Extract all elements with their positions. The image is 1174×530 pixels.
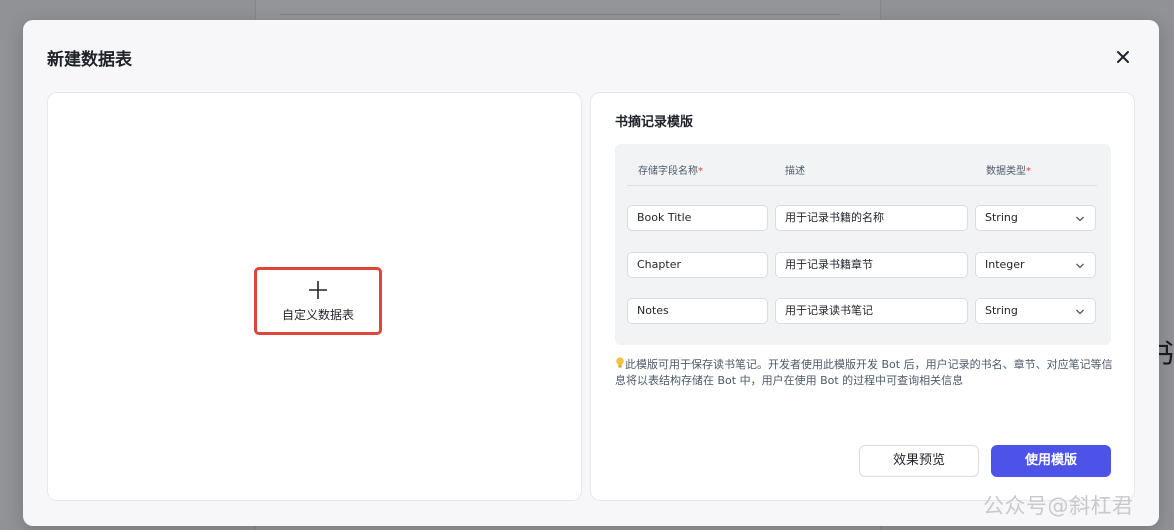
table-row: Notes 用于记录读书笔记 String [627, 298, 1097, 324]
template-panel: 书摘记录模版 存储字段名称* 描述 数据类型* Book Title 用于记录书… [590, 92, 1135, 501]
field-type-value: String [985, 211, 1018, 224]
field-name-input[interactable]: Notes [627, 298, 768, 324]
template-title: 书摘记录模版 [615, 115, 694, 130]
template-hint-text: 此模版可用于保存读书笔记。开发者使用此模版开发 Bot 后，用户记录的书名、章节… [615, 358, 1113, 387]
custom-table-panel: 自定义数据表 [47, 92, 582, 501]
dialog-title: 新建数据表 [47, 50, 132, 70]
field-type-select[interactable]: String [975, 298, 1096, 324]
background-bar [280, 0, 840, 15]
watermark: 公众号@斜杠君 [983, 494, 1134, 518]
plus-icon [309, 280, 327, 299]
close-icon [1117, 51, 1129, 63]
column-header-description: 描述 [785, 166, 805, 177]
field-type-select[interactable]: Integer [975, 252, 1096, 278]
new-table-dialog: 新建数据表 自定义数据表 书摘记录模版 存储字段名称* 描述 数据类型* Boo… [23, 20, 1159, 526]
preview-button[interactable]: 效果预览 [859, 445, 979, 477]
use-template-button[interactable]: 使用模版 [991, 445, 1111, 477]
field-type-value: Integer [985, 258, 1025, 271]
field-description-input[interactable]: 用于记录书籍的名称 [775, 205, 968, 231]
template-hint: 此模版可用于保存读书笔记。开发者使用此模版开发 Bot 后，用户记录的书名、章节… [615, 357, 1115, 389]
lightbulb-icon [616, 357, 624, 368]
table-row: Book Title 用于记录书籍的名称 String [627, 205, 1097, 231]
chevron-down-icon [1076, 309, 1084, 315]
close-button[interactable] [1109, 45, 1137, 69]
field-description-input[interactable]: 用于记录书籍章节 [775, 252, 968, 278]
column-header-name: 存储字段名称* [638, 166, 703, 177]
field-type-select[interactable]: String [975, 205, 1096, 231]
field-name-input[interactable]: Chapter [627, 252, 768, 278]
template-field-table: 存储字段名称* 描述 数据类型* Book Title 用于记录书籍的名称 St… [615, 144, 1111, 345]
custom-table-label: 自定义数据表 [281, 307, 354, 322]
field-description-input[interactable]: 用于记录读书笔记 [775, 298, 968, 324]
header-divider [627, 185, 1097, 186]
field-type-value: String [985, 304, 1018, 317]
chevron-down-icon [1076, 216, 1084, 222]
field-name-input[interactable]: Book Title [627, 205, 768, 231]
chevron-down-icon [1076, 263, 1084, 269]
custom-table-button[interactable]: 自定义数据表 [254, 267, 382, 335]
table-row: Chapter 用于记录书籍章节 Integer [627, 252, 1097, 278]
column-header-type: 数据类型* [986, 166, 1031, 177]
